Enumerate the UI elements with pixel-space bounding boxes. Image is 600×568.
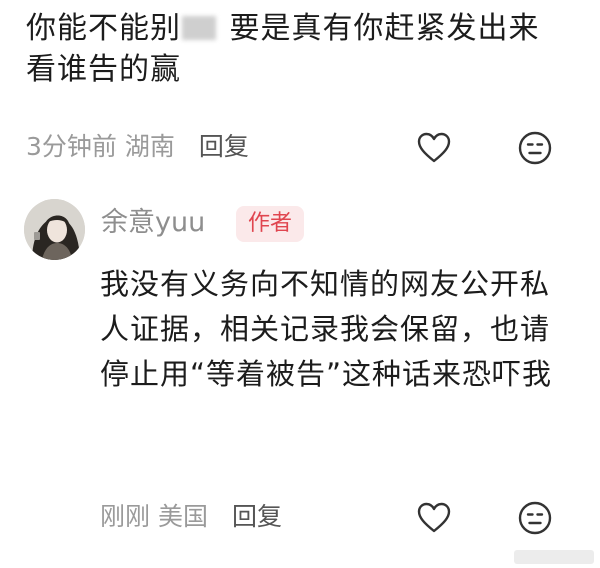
reply-location: 美国 [157,502,208,531]
reply-dislike-button[interactable] [517,500,553,536]
dislike-face-icon [518,501,552,535]
top-comment-location: 湖南 [124,132,175,161]
reply-comment-meta: 刚刚 美国 回复 [100,497,570,537]
top-comment-text-part1: 你能不能别 [26,11,181,46]
avatar-image [24,199,85,260]
watermark [514,550,594,564]
reply-like-button[interactable] [416,500,452,536]
author-badge: 作者 [236,206,305,242]
reply-author-name[interactable]: 余意yuu [101,206,205,240]
censored-blur [182,16,216,40]
top-comment-reply-button[interactable]: 回复 [199,127,249,167]
top-comment-dislike-button[interactable] [517,130,553,166]
dislike-face-icon [518,131,552,165]
heart-icon [417,502,451,533]
reply-comment-text: 我没有义务向不知情的网友公开私人证据，相关记录我会保留，也请停止用“等着被告”这… [100,267,553,391]
top-comment-like-button[interactable] [416,130,452,166]
top-comment-meta: 3分钟前 湖南 回复 [26,127,576,167]
reply-time: 刚刚 [100,502,151,531]
reply-time-location: 刚刚 美国 [100,497,208,537]
top-comment-time: 3分钟前 [26,132,117,161]
avatar[interactable] [24,199,85,260]
heart-icon [417,132,451,163]
top-comment-text: 你能不能别 要是真有你赶紧发出来 看谁告的赢 [26,8,566,90]
reply-comment-reply-button[interactable]: 回复 [232,497,282,537]
top-comment-time-location: 3分钟前 湖南 [26,127,175,167]
